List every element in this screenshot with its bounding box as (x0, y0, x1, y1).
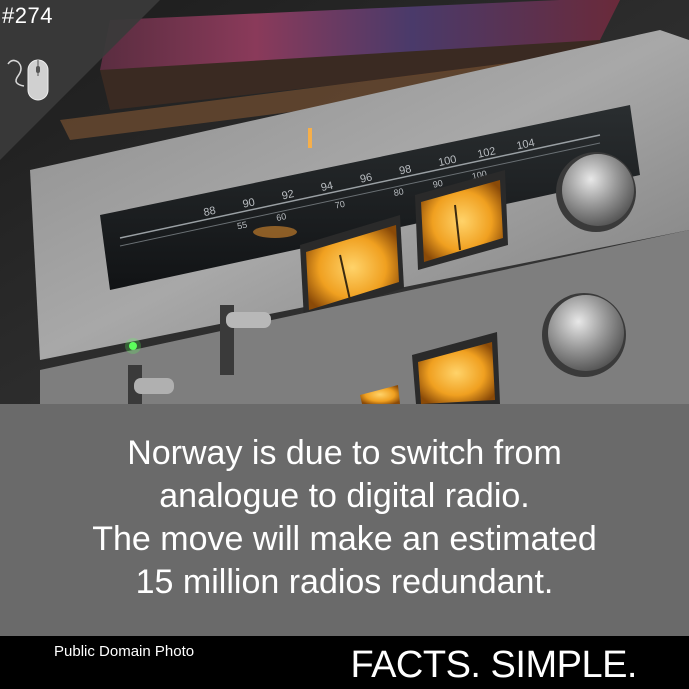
dial-label: 94 (320, 180, 334, 194)
dial-label: 92 (281, 188, 295, 202)
fact-number: #274 (2, 3, 53, 28)
footer-bar: Public Domain Photo FACTS. SIMPLE. (0, 636, 689, 689)
dial-label: 96 (359, 171, 373, 185)
fact-line: The move will make an estimated (92, 520, 597, 558)
mouse-icon (7, 59, 49, 101)
dial-label: 90 (242, 196, 256, 210)
fact-text: Norway is due to switch from analogue to… (20, 432, 669, 604)
fact-card: 88 90 92 94 96 98 100 102 104 55 60 70 8… (0, 0, 689, 689)
dial-label: 60 (275, 211, 287, 223)
dial-label: 70 (334, 199, 346, 211)
dial-label: 98 (398, 163, 412, 177)
fact-line: analogue to digital radio. (159, 477, 530, 515)
brand-logo: FACTS. SIMPLE. (350, 644, 637, 686)
fact-line: 15 million radios redundant. (135, 563, 554, 601)
dial-label: 55 (236, 219, 248, 231)
fact-line: Norway is due to switch from (127, 434, 562, 472)
photo-credit: Public Domain Photo (54, 643, 195, 660)
dial-label: 88 (202, 205, 216, 219)
fact-panel: Norway is due to switch from analogue to… (0, 404, 689, 636)
dial-label: 80 (393, 186, 405, 198)
